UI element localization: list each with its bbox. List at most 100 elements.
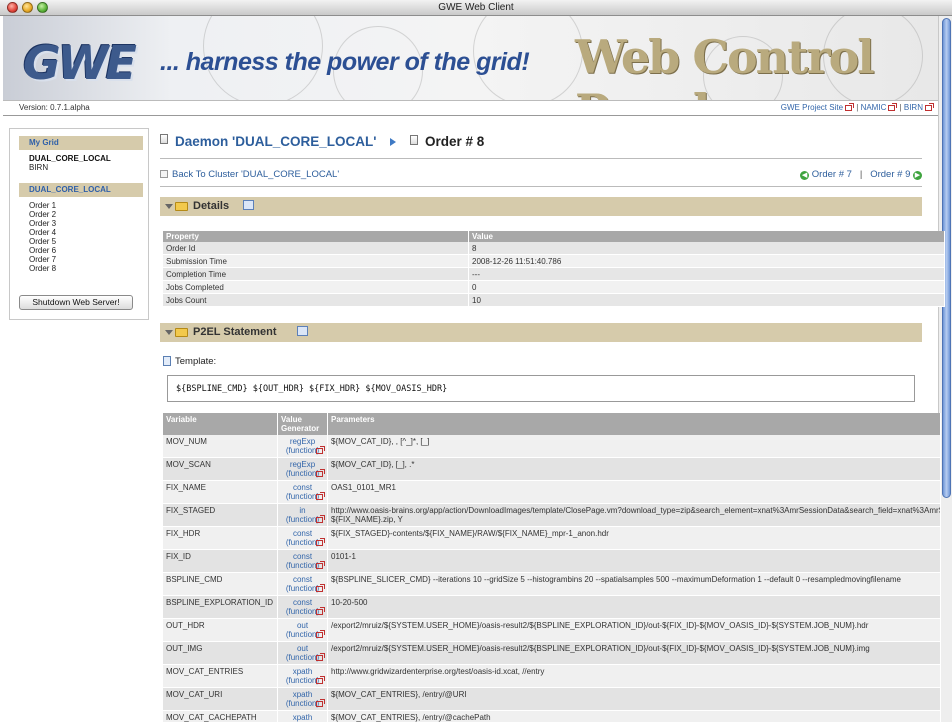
table-row: MOV_CAT_ENTRIES xpath (function) http://www… [163, 665, 941, 688]
generator-link[interactable]: const [281, 552, 324, 561]
property-cell: Jobs Completed [163, 281, 469, 294]
generator-link[interactable]: const [281, 598, 324, 607]
generator-cell[interactable]: const (function) [278, 596, 328, 619]
order-navigation: ◀ Order # 7 | Order # 9 ▶ [800, 169, 922, 180]
external-link-icon[interactable] [316, 538, 325, 546]
generator-link[interactable]: xpath [281, 713, 324, 722]
parameters-cell: /export2/mruiz/${SYSTEM.USER_HOME}/oasis… [328, 619, 941, 642]
collapse-triangle-icon[interactable] [165, 330, 173, 335]
generator-cell[interactable]: const (function) [278, 573, 328, 596]
external-link-icon[interactable] [316, 469, 325, 477]
column-header: Parameters [328, 413, 941, 435]
generator-cell[interactable]: const (function) [278, 481, 328, 504]
generator-link[interactable]: xpath [281, 667, 324, 676]
back-icon [160, 170, 168, 178]
template-box: ${BSPLINE_CMD} ${OUT_HDR} ${FIX_HDR} ${M… [167, 375, 915, 402]
parameters-cell: 0101-1 [328, 550, 941, 573]
sidebar-order-3[interactable]: Order 3 [29, 219, 56, 228]
generator-cell[interactable]: regExp (function) [278, 458, 328, 481]
next-arrow-icon[interactable]: ▶ [913, 171, 922, 180]
generator-cell[interactable]: out (function) [278, 619, 328, 642]
value-cell: 8 [469, 242, 945, 255]
generator-cell[interactable]: regExp (function) [278, 435, 328, 458]
external-link-icon[interactable] [316, 676, 325, 684]
parameters-text: ${FIX_NAME}.zip, Y [331, 515, 403, 524]
version-bar: Version: 0.7.1.alpha GWE Project Site | … [3, 100, 938, 116]
external-link-icon[interactable] [316, 630, 325, 638]
breadcrumb-daemon-link[interactable]: Daemon 'DUAL_CORE_LOCAL' [175, 134, 376, 149]
parameters-cell: 10-20-500 [328, 596, 941, 619]
parameters-text: ${MOV_CAT_ENTRIES}, /entry/@cachePath [331, 713, 491, 722]
sidebar-item-birn[interactable]: BIRN [29, 163, 48, 172]
sidebar-item-dual-core-local[interactable]: DUAL_CORE_LOCAL [29, 154, 111, 163]
variable-cell: OUT_IMG [163, 642, 278, 665]
sidebar: My Grid DUAL_CORE_LOCAL BIRN DUAL_CORE_L… [9, 128, 149, 320]
table-row: Completion Time --- [163, 268, 945, 281]
folder-icon [175, 202, 188, 211]
external-link-icon[interactable] [316, 515, 325, 523]
external-link-icon[interactable] [316, 492, 325, 500]
sidebar-order-7[interactable]: Order 7 [29, 255, 56, 264]
table-row: BSPLINE_EXPLORATION_ID const (function) 10-… [163, 596, 941, 619]
generator-cell[interactable]: xpath(function) [278, 665, 328, 688]
generator-link[interactable]: const [281, 529, 324, 538]
table-row: FIX_NAME const (function) OAS1_0101_MR1 [163, 481, 941, 504]
top-links: GWE Project Site | NAMIC | BIRN [781, 103, 934, 112]
generator-link[interactable]: const [281, 483, 324, 492]
external-link-icon[interactable] [316, 653, 325, 661]
sidebar-order-4[interactable]: Order 4 [29, 228, 56, 237]
sidebar-order-8[interactable]: Order 8 [29, 264, 56, 273]
previous-order-link[interactable]: Order # 7 [812, 169, 852, 180]
generator-link[interactable]: in [281, 506, 324, 515]
my-grid-heading[interactable]: My Grid [19, 136, 143, 150]
details-info-icon[interactable] [243, 200, 254, 210]
cluster-heading[interactable]: DUAL_CORE_LOCAL [19, 183, 143, 197]
folder-icon [175, 328, 188, 337]
parameters-cell: ${MOV_CAT_ID}, [_], .* [328, 458, 941, 481]
p2el-section-header[interactable]: P2EL Statement [160, 323, 922, 342]
table-row: OUT_IMG out (function)/export2/mruiz/${SYS… [163, 642, 941, 665]
table-row: Jobs Count 10 [163, 294, 945, 307]
sidebar-order-1[interactable]: Order 1 [29, 201, 56, 210]
birn-link[interactable]: BIRN [904, 103, 923, 112]
table-row: FIX_HDR const (function) ${FIX_STAGED}-cont… [163, 527, 941, 550]
next-order-link[interactable]: Order # 9 [870, 169, 910, 180]
back-to-cluster-link[interactable]: Back To Cluster 'DUAL_CORE_LOCAL' [160, 169, 339, 180]
sidebar-order-2[interactable]: Order 2 [29, 210, 56, 219]
variable-cell: BSPLINE_EXPLORATION_ID [163, 596, 278, 619]
gwe-project-site-link[interactable]: GWE Project Site [781, 103, 843, 112]
generator-link[interactable]: const [281, 575, 324, 584]
sidebar-order-6[interactable]: Order 6 [29, 246, 56, 255]
header-banner: GWE ... harness the power of the grid! W… [3, 16, 938, 100]
generator-cell[interactable]: xpath(function) [278, 711, 328, 722]
generator-cell[interactable]: const (function) [278, 550, 328, 573]
parameters-text: ${MOV_CAT_ENTRIES}, /entry/@URI [331, 690, 467, 699]
external-link-icon[interactable] [316, 446, 325, 454]
generator-cell[interactable]: in (function) [278, 504, 328, 527]
generator-link[interactable]: xpath [281, 690, 324, 699]
generator-cell[interactable]: out (function) [278, 642, 328, 665]
shutdown-server-button[interactable]: Shutdown Web Server! [19, 295, 133, 310]
previous-arrow-icon[interactable]: ◀ [800, 171, 810, 180]
generator-cell[interactable]: xpath(function) [278, 688, 328, 711]
banner-slogan: ... harness the power of the grid! [160, 48, 530, 76]
nav-separator: | [859, 169, 863, 180]
generator-cell[interactable]: const (function) [278, 527, 328, 550]
namic-link[interactable]: NAMIC [861, 103, 887, 112]
table-row: FIX_STAGED in (function) http://www.oasis-b… [163, 504, 941, 527]
external-link-icon[interactable] [316, 584, 325, 592]
p2el-refresh-icon[interactable] [297, 326, 308, 336]
column-header: Value Generator [278, 413, 328, 435]
collapse-triangle-icon[interactable] [165, 204, 173, 209]
external-link-icon[interactable] [316, 699, 325, 707]
external-link-icon[interactable] [316, 561, 325, 569]
details-section-header[interactable]: Details [160, 197, 922, 216]
generator-link[interactable]: regExp [281, 437, 324, 446]
external-link-icon[interactable] [316, 607, 325, 615]
generator-link[interactable]: out [281, 621, 324, 630]
parameters-cell: ${MOV_CAT_ID}, , [^_]*, [_] [328, 435, 941, 458]
generator-link[interactable]: out [281, 644, 324, 653]
sidebar-order-5[interactable]: Order 5 [29, 237, 56, 246]
generator-link[interactable]: regExp [281, 460, 324, 469]
variable-cell: FIX_STAGED [163, 504, 278, 527]
